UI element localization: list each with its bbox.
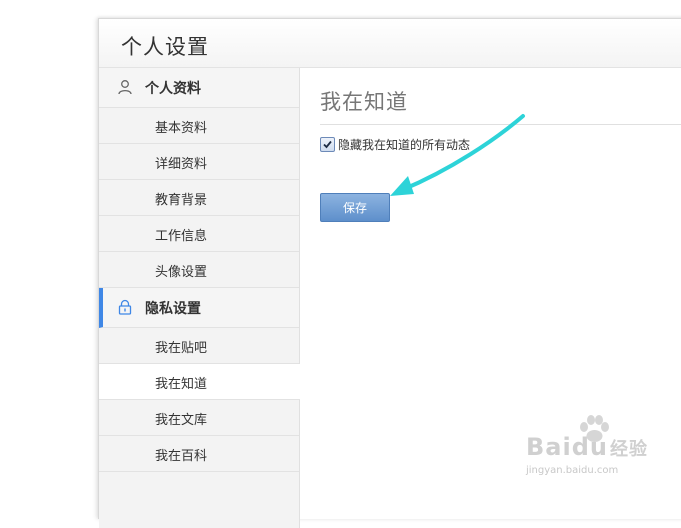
sidebar: 个人资料 基本资料 详细资料 教育背景 工作信息 头像设置 隐私设置 我在贴吧 … xyxy=(99,68,300,528)
sidebar-item-label: 我在贴吧 xyxy=(155,341,208,356)
panel-header: 个人设置 xyxy=(99,19,681,68)
sidebar-item-label: 头像设置 xyxy=(155,265,208,280)
sidebar-item-zhidao[interactable]: 我在知道 xyxy=(99,364,300,400)
page-title: 个人设置 xyxy=(121,35,209,59)
sidebar-section-privacy[interactable]: 隐私设置 xyxy=(99,288,299,328)
sidebar-item-label: 我在知道 xyxy=(155,377,208,392)
annotation-arrow xyxy=(390,114,525,196)
lock-icon xyxy=(117,299,133,315)
watermark-logo-text: Baidu xyxy=(526,433,608,461)
sidebar-item-baike[interactable]: 我在百科 xyxy=(99,436,299,472)
sidebar-item-work-info[interactable]: 工作信息 xyxy=(99,216,299,252)
checkmark-icon xyxy=(323,140,332,149)
sidebar-item-label: 工作信息 xyxy=(155,229,208,244)
sidebar-item-avatar-settings[interactable]: 头像设置 xyxy=(99,252,299,288)
sidebar-item-basic-info[interactable]: 基本资料 xyxy=(99,108,299,144)
sidebar-item-label: 我在文库 xyxy=(155,413,208,428)
sidebar-section-label: 隐私设置 xyxy=(145,301,201,317)
sidebar-item-detailed-info[interactable]: 详细资料 xyxy=(99,144,299,180)
sidebar-item-education[interactable]: 教育背景 xyxy=(99,180,299,216)
watermark-url: jingyan.baidu.com xyxy=(526,465,619,476)
sidebar-item-label: 我在百科 xyxy=(155,449,208,464)
baidu-jingyan-watermark: Baidu 经验 jingyan.baidu.com xyxy=(526,415,651,485)
sidebar-section-label: 个人资料 xyxy=(145,81,201,97)
sidebar-item-label: 基本资料 xyxy=(155,121,208,136)
watermark-logo: Baidu 经验 xyxy=(526,433,648,461)
sidebar-item-wenku[interactable]: 我在文库 xyxy=(99,400,299,436)
watermark-logo-text-cn: 经验 xyxy=(609,439,648,460)
hide-activity-checkbox[interactable] xyxy=(320,137,335,152)
user-icon xyxy=(117,79,133,95)
sidebar-item-label: 教育背景 xyxy=(155,193,208,208)
sidebar-item-label: 详细资料 xyxy=(155,157,208,172)
sidebar-section-profile[interactable]: 个人资料 xyxy=(99,68,299,108)
sidebar-item-tieba[interactable]: 我在贴吧 xyxy=(99,328,299,364)
